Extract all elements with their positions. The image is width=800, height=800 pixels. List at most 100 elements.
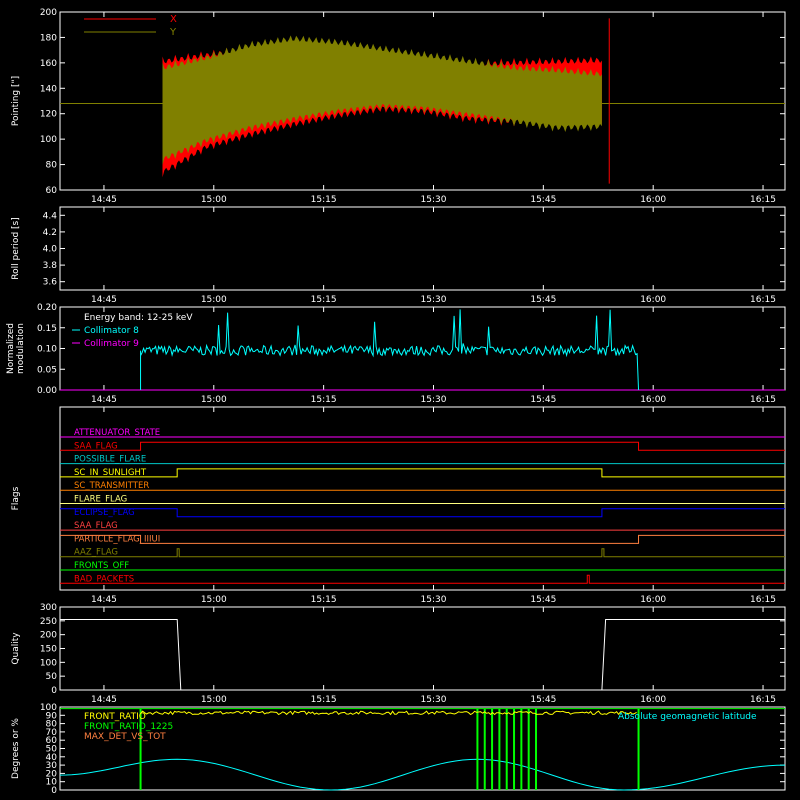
y-tick-label: 60 [46, 186, 58, 196]
x-tick-label: 16:15 [750, 295, 776, 305]
x-tick-label: 16:15 [750, 195, 776, 205]
x-tick-label: 15:15 [311, 395, 337, 405]
legend-label-geomagnetic-latitude: Absolute geomagnetic latitude [618, 712, 757, 722]
panel-4: 14:45 15:00 15:15 15:30 15:45 16:00 16:15 Flags… [11, 406, 786, 605]
flag-bad-packets: BAD_PACKETS [60, 574, 785, 584]
y-tick-label: 250 [40, 617, 57, 627]
flag-trace [60, 441, 785, 451]
y-tick-label: 180 [40, 33, 57, 43]
y-tick-label: 80 [46, 161, 58, 171]
x-tick-label: 15:00 [201, 195, 227, 205]
legend-label-x: X [170, 14, 177, 25]
y-tick-label: 100 [40, 658, 57, 668]
x-tick-label: 14:45 [91, 695, 117, 705]
legend-label-max-det-vs-tot: MAX_DET_VS_TOT [84, 732, 166, 742]
flag-flare-flag: FLARE_FLAG [60, 495, 785, 505]
flag-sc-in-sunlight: SC_IN_SUNLIGHT [60, 468, 785, 478]
x-tick-label: 15:15 [311, 695, 337, 705]
y-axis-label: Normalized [6, 323, 16, 374]
x-tick-label: 14:45 [91, 395, 117, 405]
y-tick-label: 140 [40, 84, 57, 94]
y-tick-label: 0.05 [37, 365, 57, 375]
flag-aaz-flag: AAZ_FLAG [60, 548, 785, 558]
flag-trace [60, 534, 785, 544]
y-tick-label: 200 [40, 631, 57, 641]
panel-frame [59, 206, 786, 291]
x-tick-label: 15:00 [201, 295, 227, 305]
y-axis-label: Pointing ["] [11, 76, 21, 126]
series-front-ratio [140, 710, 637, 716]
x-tick-label: 16:00 [640, 695, 666, 705]
y-tick-label: 0.15 [37, 324, 57, 334]
y-axis-label: Quality [11, 632, 21, 665]
y-tick-label: 300 [40, 603, 57, 613]
flag-trace [60, 508, 785, 518]
x-tick-label: 15:30 [421, 395, 447, 405]
series-collimator-8 [140, 309, 640, 391]
x-tick-label: 15:45 [530, 295, 556, 305]
panel-5: 0 50 100 150 200 250 300 14:45 15:00 15:15 15:30 15… [11, 603, 786, 705]
energy-band-annotation: Energy band: 12-25 keV [84, 313, 193, 323]
flag-trace [60, 468, 785, 478]
multi-panel-chart: 60 80 100 120 140 160 180 200 14:45 15:00 15:15 15:… [6, 8, 786, 796]
x-tick-label: 15:15 [311, 195, 337, 205]
series-quality [60, 619, 785, 691]
x-tick-label: 16:00 [640, 295, 666, 305]
y-tick-label: 150 [40, 645, 57, 655]
x-tick-label: 15:00 [201, 595, 227, 605]
panel-frame [59, 406, 786, 591]
y-tick-label: 50 [46, 672, 58, 682]
x-tick-label: 15:30 [421, 195, 447, 205]
series-geomagnetic-latitude [59, 758, 786, 791]
y-tick-label: 0 [51, 686, 57, 696]
x-tick-label: 16:15 [750, 395, 776, 405]
flag-trace [60, 548, 785, 558]
flag-possible-flare: POSSIBLE_FLARE [60, 455, 785, 465]
y-tick-label: 120 [40, 110, 57, 120]
y-tick-label: 0.10 [37, 345, 57, 355]
y-axis-label: Flags [11, 486, 21, 510]
x-tick-label: 15:00 [201, 695, 227, 705]
x-tick-label: 16:15 [750, 595, 776, 605]
y-axis-label: Roll period [s] [11, 217, 21, 279]
legend-label-y: Y [169, 27, 177, 38]
panel-3: 0.00 0.05 0.10 0.15 0.20 14:45 15:00 15:15 15:30… [6, 303, 786, 405]
x-tick-label: 15:30 [421, 695, 447, 705]
flag-attenuator-state: ATTENUATOR_STATE [60, 428, 785, 438]
y-tick-label: 0.20 [37, 303, 57, 313]
y-tick-label: 3.8 [43, 261, 58, 271]
x-tick-label: 15:45 [530, 395, 556, 405]
y-tick-label: 100 [40, 135, 57, 145]
flag-particle-flag-iiiui: PARTICLE_FLAG_IIIUI [60, 534, 785, 544]
x-tick-label: 14:45 [91, 295, 117, 305]
x-tick-label: 15:00 [201, 395, 227, 405]
y-tick-label: 4.0 [43, 245, 58, 255]
y-tick-label: 4.4 [43, 211, 58, 221]
series-y-band [162, 35, 602, 165]
y-tick-label: 3.6 [43, 278, 58, 288]
x-tick-label: 15:15 [311, 295, 337, 305]
legend-label-front-ratio-1225: FRONT_RATIO_1225 [84, 722, 173, 732]
legend-label-collimator-9: Collimator 9 [84, 339, 139, 349]
x-tick-label: 15:45 [530, 695, 556, 705]
y-tick-label: 160 [40, 59, 57, 69]
panel-1: 60 80 100 120 140 160 180 200 14:45 15:00 15:15 15:… [11, 8, 786, 205]
x-tick-label: 15:30 [421, 295, 447, 305]
flag-eclipse-flag: ECLIPSE_FLAG [60, 508, 785, 518]
x-tick-label: 15:45 [530, 195, 556, 205]
panel-2: 3.6 3.8 4.0 4.2 4.4 14:45 15:00 15:15 15:30 15:45… [11, 206, 786, 305]
chart-figure: 60 80 100 120 140 160 180 200 14:45 15:00 15:15 15:… [0, 0, 800, 800]
flag-trace [60, 574, 785, 584]
x-tick-label: 15:30 [421, 595, 447, 605]
y-tick-label: 200 [40, 8, 57, 18]
x-tick-label: 16:00 [640, 195, 666, 205]
flag-fronts-off: FRONTS_OFF [60, 561, 785, 571]
x-tick-label: 16:00 [640, 595, 666, 605]
panel-6: 0102030405060708090100Degrees or %FRONT_… [11, 703, 786, 796]
y-tick-label: 0.00 [37, 386, 57, 396]
x-tick-label: 16:15 [750, 695, 776, 705]
flag-saa-flag: SAA_FLAG [60, 521, 785, 531]
legend-label-front-ratio: FRONT_RATIO [84, 712, 146, 722]
x-tick-label: 15:15 [311, 595, 337, 605]
legend-label-collimator-8: Collimator 8 [84, 326, 139, 336]
